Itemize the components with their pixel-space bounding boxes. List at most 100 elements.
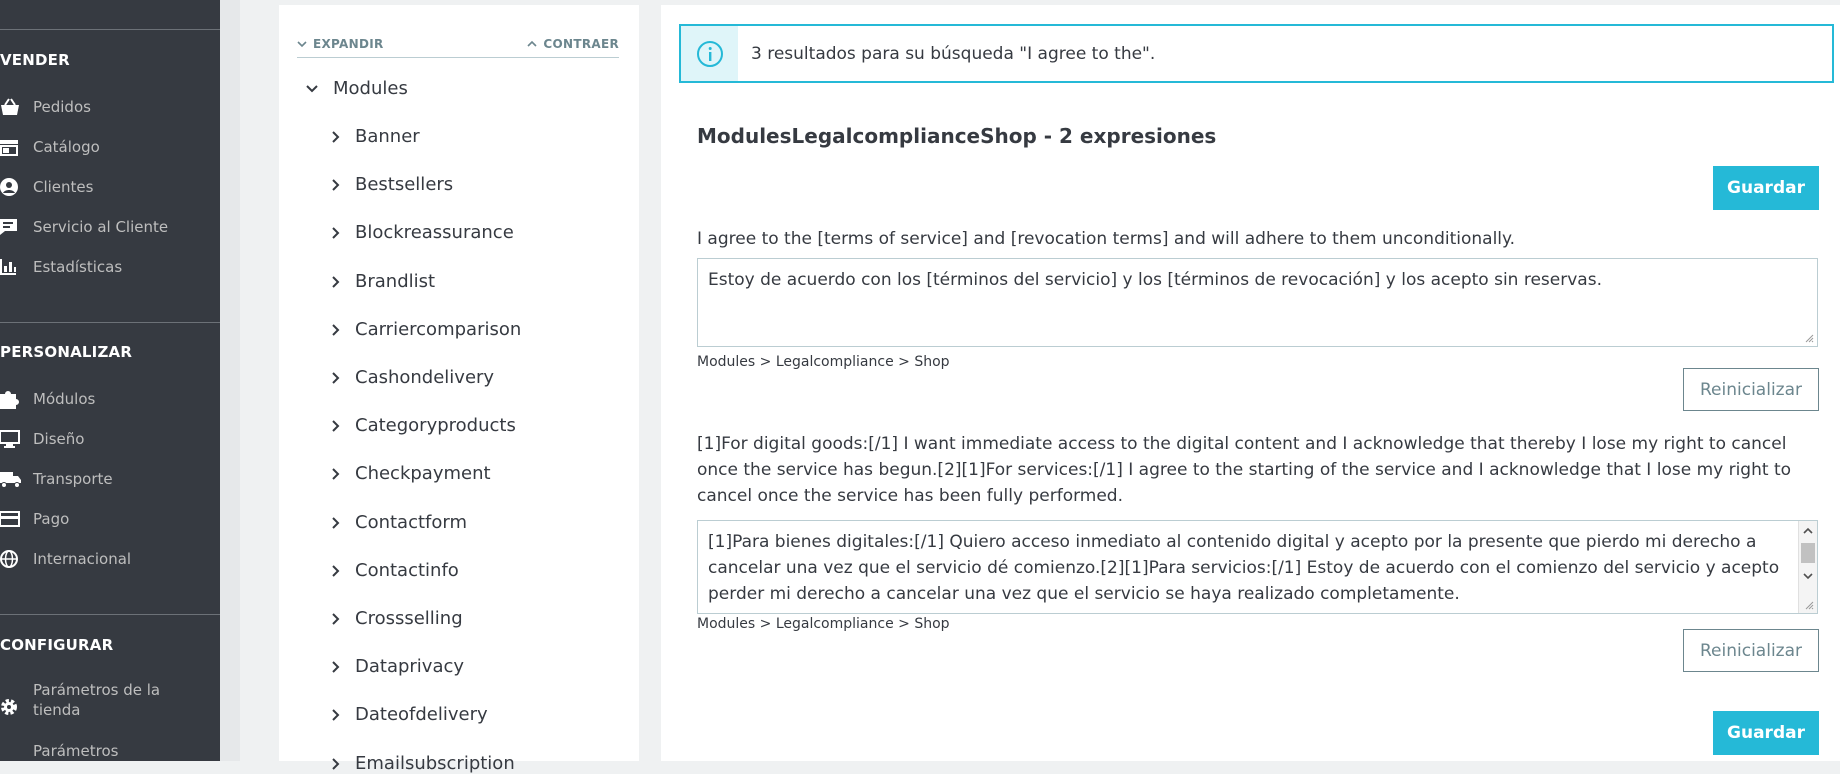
scroll-down-icon[interactable] [1799,569,1817,583]
sidebar-item-modulos[interactable]: Módulos [0,388,220,410]
sidebar-item-internacional[interactable]: Internacional [0,548,220,570]
tree-node-brandlist[interactable]: Brandlist [331,271,435,292]
chevron-right-icon [332,612,340,625]
resize-grip-icon[interactable] [1804,600,1814,610]
chevron-down-icon [297,41,307,48]
chevron-right-icon [332,226,340,239]
reset-button[interactable]: Reinicializar [1683,368,1819,411]
sidebar-section-configurar: CONFIGURAR [0,636,114,654]
tree-node-blockreassurance[interactable]: Blockreassurance [331,222,514,243]
collapse-all-label: CONTRAER [543,37,619,51]
globe-icon [0,549,22,569]
tree-node-dateofdelivery[interactable]: Dateofdelivery [331,704,488,725]
chevron-right-icon [332,130,340,143]
tree-node-label: Dateofdelivery [355,704,488,725]
translation-text: Estoy de acuerdo con los [términos del s… [708,270,1602,290]
expand-all-label: EXPANDIR [313,37,384,51]
sidebar-item-label: Pedidos [33,98,91,116]
chevron-right-icon [332,660,340,673]
sidebar-item-clientes[interactable]: Clientes [0,176,220,198]
tree-node-label: Crossselling [355,608,463,629]
sidebar-item-label: Módulos [33,390,96,408]
chevron-right-icon [332,371,340,384]
tree-node-label: Dataprivacy [355,656,465,677]
tree-node-emailsubscription[interactable]: Emailsubscription [331,753,515,774]
chevron-right-icon [332,178,340,191]
bar-chart-icon [0,257,22,277]
tree-node-banner[interactable]: Banner [331,126,420,147]
sidebar-item-label: Clientes [33,178,94,196]
chevron-right-icon [332,419,340,432]
sidebar-item-estadisticas[interactable]: Estadísticas [0,256,220,278]
scroll-thumb[interactable] [1801,543,1815,563]
scroll-up-icon[interactable] [1799,524,1817,538]
save-button[interactable]: Guardar [1713,166,1819,210]
tree-node-categoryproducts[interactable]: Categoryproducts [331,415,516,436]
expand-all-button[interactable]: EXPANDIR [297,37,384,51]
chevron-right-icon [332,323,340,336]
reset-button[interactable]: Reinicializar [1683,629,1819,672]
sidebar-section-vender: VENDER [0,51,70,69]
sidebar-item-label: Servicio al Cliente [33,218,169,236]
page-scrollbar[interactable] [220,0,240,761]
tree-node-label: Brandlist [355,271,436,292]
tree-node-cashondelivery[interactable]: Cashondelivery [331,367,494,388]
sidebar-item-catalogo[interactable]: Catálogo [0,136,220,158]
sidebar-item-label: Pago [33,510,70,528]
sidebar-item-label: Parámetros de la tienda [33,681,161,719]
tree-node-checkpayment[interactable]: Checkpayment [331,463,491,484]
section-title: ModulesLegalcomplianceShop - 2 expresion… [697,124,1217,148]
sidebar-item-pedidos[interactable]: Pedidos [0,96,220,118]
tree-node-dataprivacy[interactable]: Dataprivacy [331,656,464,677]
translation-textarea[interactable]: Estoy de acuerdo con los [términos del s… [697,258,1818,347]
sidebar-item-label: Internacional [33,550,132,568]
sidebar-item-parametros[interactable]: Parámetros [0,740,220,761]
info-icon [681,26,738,81]
monitor-icon [0,429,22,449]
sidebar-item-transporte[interactable]: Transporte [0,468,220,490]
store-icon [0,137,22,157]
tree-node-label: Checkpayment [355,463,491,484]
chevron-up-icon [527,40,537,47]
chevron-right-icon [332,708,340,721]
translations-panel: 3 resultados para su búsqueda "I agree t… [661,5,1840,761]
translation-text: [1]Para bienes digitales:[/1] Quiero acc… [708,532,1780,604]
tree-node-bestsellers[interactable]: Bestsellers [331,174,453,195]
sidebar-item-label: Parámetros [33,742,119,760]
sidebar-divider [0,322,220,323]
sidebar-item-servicio-al-cliente[interactable]: Servicio al Cliente [0,216,220,238]
tree-node-crossselling[interactable]: Crossselling [331,608,463,629]
tree-node-label: Bestsellers [355,174,454,195]
basket-icon [0,97,22,117]
translation-textarea[interactable]: [1]Para bienes digitales:[/1] Quiero acc… [697,520,1818,614]
expression-original: I agree to the [terms of service] and [r… [697,229,1516,249]
tree-node-contactinfo[interactable]: Contactinfo [331,560,459,581]
sidebar-item-label: Catálogo [33,138,100,156]
tree-node-label: Categoryproducts [355,415,516,436]
tree-controls: EXPANDIR CONTRAER [297,31,619,58]
chevron-right-icon [332,467,340,480]
sidebar-divider [0,614,220,615]
chevron-right-icon [332,757,340,770]
sidebar: VENDER Pedidos Catálogo Clientes Servici… [0,0,220,761]
alert-message: 3 resultados para su búsqueda "I agree t… [751,43,1156,64]
credit-card-icon [0,509,22,529]
sidebar-item-diseno[interactable]: Diseño [0,428,220,450]
tree-node-label: Contactinfo [355,560,459,581]
tree-node-carriercomparison[interactable]: Carriercomparison [331,319,521,340]
tree-node-modules[interactable]: Modules [305,78,408,99]
tree-node-label: Blockreassurance [355,222,514,243]
truck-icon [0,469,22,489]
sidebar-item-label: Estadísticas [33,258,123,276]
sidebar-divider [0,29,220,30]
puzzle-icon [0,389,22,409]
tree-node-contactform[interactable]: Contactform [331,512,467,533]
resize-grip-icon[interactable] [1804,333,1814,343]
tree-node-label: Banner [355,126,420,147]
save-button[interactable]: Guardar [1713,711,1819,755]
tree-node-label: Cashondelivery [355,367,495,388]
sidebar-item-parametros-tienda[interactable]: Parámetros de la tienda [0,680,220,722]
sidebar-item-pago[interactable]: Pago [0,508,220,530]
sidebar-item-label: Transporte [33,470,113,488]
collapse-all-button[interactable]: CONTRAER [527,37,619,51]
